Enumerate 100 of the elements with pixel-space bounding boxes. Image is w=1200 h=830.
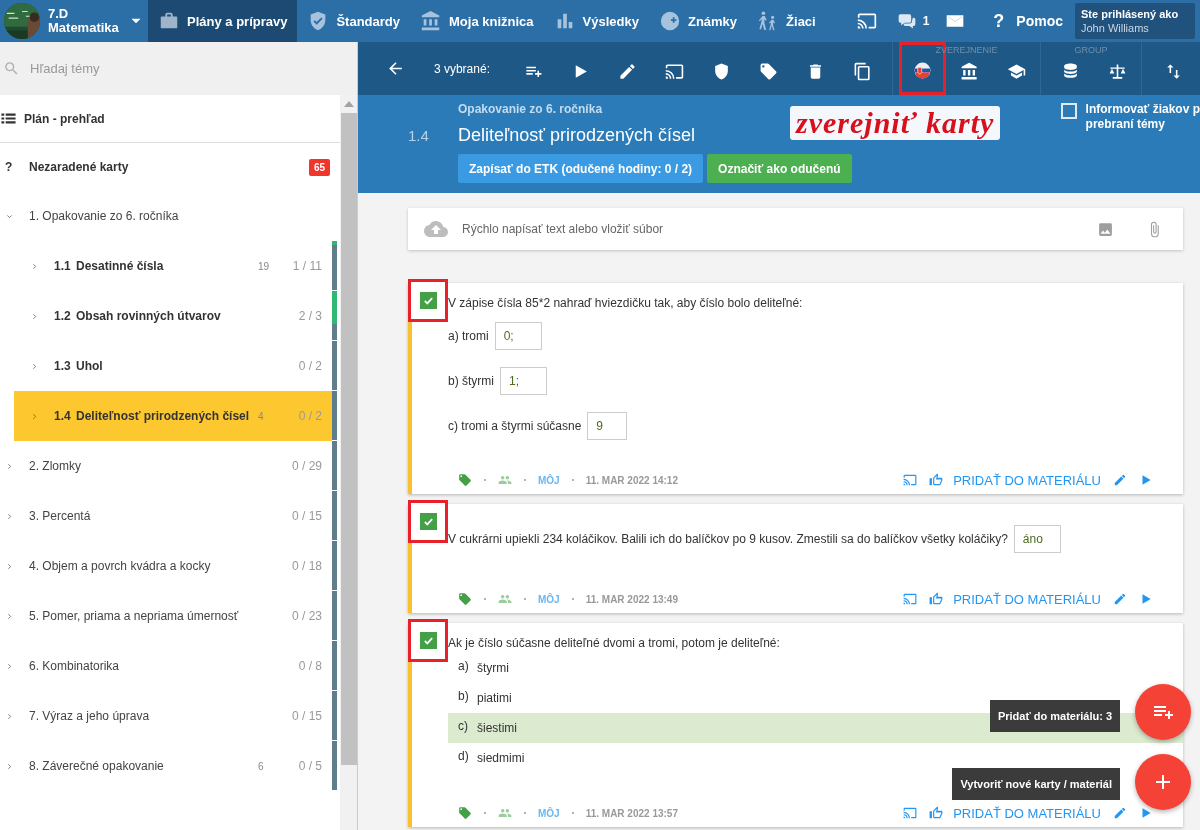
- search-input[interactable]: Hľadaj témy: [28, 60, 308, 77]
- item-label: a) tromi: [448, 328, 489, 343]
- graduation-cap-icon: [1007, 62, 1026, 81]
- tree-item[interactable]: 1.4 Deliteľnosť prirodzených čísel 4 0 / 2: [14, 391, 332, 441]
- progress-count: 0 / 2: [298, 409, 322, 423]
- checkbox[interactable]: [419, 513, 437, 530]
- nav-tab[interactable]: Známky: [648, 0, 748, 42]
- owner-label: MÔJ: [538, 474, 560, 486]
- nav-tab[interactable]: Plány a prípravy: [148, 0, 298, 42]
- item-number: 1.3: [54, 359, 72, 373]
- composer-field[interactable]: Rýchlo napísať text alebo vložiť súbor: [408, 208, 1183, 250]
- checkbox[interactable]: [419, 292, 437, 309]
- pencil-icon[interactable]: [1113, 473, 1127, 487]
- owner-label: MÔJ: [538, 593, 560, 605]
- count-badge: 65: [308, 158, 330, 176]
- nav-tab[interactable]: Žiaci: [747, 0, 826, 42]
- item-label: 4. Objem a povrch kvádra a kocky: [29, 559, 212, 573]
- pencil-icon[interactable]: [1113, 806, 1127, 820]
- people-icon: [498, 473, 512, 487]
- item-number: 1.1: [54, 259, 72, 273]
- item-label: 1. Opakovanie zo 6. ročníka: [29, 209, 180, 223]
- tree-item[interactable]: 7. Výraz a jeho úprava 0 / 15: [0, 691, 332, 741]
- tree-item[interactable]: 3. Percentá 0 / 15: [0, 491, 332, 541]
- progress-count: 0 / 2: [298, 359, 322, 373]
- question-text: V zápise čísla 85*2 nahraď hviezdičku tak, aby číslo bolo deliteľné:: [448, 295, 804, 312]
- tree-item[interactable]: ? Nezaradené karty 65: [0, 143, 340, 191]
- subject-name: Matematika: [48, 21, 119, 35]
- tree-item[interactable]: 6. Kombinatorika 0 / 8: [0, 641, 332, 691]
- thumb-up-icon[interactable]: [929, 806, 944, 820]
- nav-tab[interactable]: Výsledky: [543, 0, 649, 42]
- tree-item[interactable]: Plán - prehľad: [0, 95, 340, 142]
- question-glyph: ?: [5, 160, 14, 174]
- tree-item[interactable]: 4. Objem a povrch kvádra a kocky 0 / 18: [0, 541, 332, 591]
- copy-icon: [853, 62, 872, 81]
- thumb-up-icon[interactable]: [929, 592, 944, 606]
- tree-item[interactable]: 1.2 Obsah rovinných útvarov 2 / 3: [14, 291, 332, 341]
- chevron-right-icon: [30, 261, 39, 271]
- tree-item[interactable]: 1.3 Uhol 0 / 2: [14, 341, 332, 391]
- card-count: 6: [258, 760, 264, 772]
- thumb-up-icon[interactable]: [929, 473, 944, 487]
- answer-box[interactable]: 0;: [494, 321, 542, 350]
- item-label: Deliteľnosť prirodzených čísel: [76, 409, 251, 423]
- chevron-right-icon: [30, 361, 39, 371]
- database-icon: [1061, 62, 1080, 81]
- grade-icon: [658, 10, 681, 32]
- nav-tab[interactable]: Moja knižnica: [410, 0, 544, 42]
- checkbox[interactable]: [419, 632, 437, 649]
- item-label: c) tromi a štyrmi súčasne: [448, 418, 582, 433]
- date-label: 11. MAR 2022 13:49: [585, 593, 678, 605]
- image-icon[interactable]: [1097, 220, 1114, 238]
- answer-box[interactable]: 1;: [500, 366, 547, 395]
- item-label: Nezaradené karty: [29, 160, 129, 174]
- scroll-up-icon[interactable]: [344, 101, 354, 107]
- progress-count: 0 / 15: [291, 509, 322, 523]
- tree-item[interactable]: 8. Záverečné opakovanie 6 0 / 5: [0, 741, 332, 791]
- flag-icon: [913, 60, 932, 80]
- tree-item[interactable]: 1. Opakovanie zo 6. ročníka: [0, 191, 332, 241]
- tree-item[interactable]: 5. Pomer, priama a nepriama úmernosť 0 / 23: [0, 591, 332, 641]
- question-text: Ak je číslo súčasne deliteľné dvomi a tromi, potom je deliteľné:: [448, 635, 781, 652]
- bank-icon: [960, 62, 979, 81]
- scrollbar-thumb[interactable]: [341, 113, 357, 765]
- search-icon: [3, 60, 20, 77]
- user-name: John Williams: [1081, 21, 1150, 35]
- checkbox-label: Informovať žiakov p prebraní témy: [1085, 102, 1200, 132]
- cast-icon[interactable]: [856, 11, 877, 31]
- help-button[interactable]: ? Pomoc: [993, 10, 1063, 32]
- item-label: 5. Pomer, priama a nepriama úmernosť: [29, 609, 240, 623]
- search-field[interactable]: Hľadaj témy: [0, 42, 357, 95]
- people-icon: [498, 592, 512, 606]
- tag-icon: [759, 62, 778, 81]
- pencil-icon[interactable]: [1113, 592, 1127, 606]
- selection-count: 3 vybrané:: [433, 61, 490, 76]
- tree-item[interactable]: 2. Zlomky 0 / 29: [0, 441, 332, 491]
- cast-icon[interactable]: [903, 592, 918, 606]
- nav-tab[interactable]: Štandardy: [297, 0, 411, 42]
- progress-count: 1 / 11: [292, 259, 322, 273]
- chat-button[interactable]: 1: [886, 11, 930, 31]
- answer-box[interactable]: áno: [1013, 525, 1061, 553]
- cast-icon[interactable]: [903, 806, 918, 820]
- check-icon: [421, 634, 435, 647]
- cast-icon[interactable]: [903, 473, 918, 487]
- tree-item[interactable]: 1.1 Desatinné čísla 19 1 / 11: [14, 241, 332, 291]
- tooltip: Pridať do materiálu: 3: [989, 700, 1120, 732]
- question-text: V cukrárni upiekli 234 koláčikov. Balili ich do balíčkov po 9 kusov. Zmestili sa do balíčkov všetky koláčiky?: [448, 532, 1008, 546]
- progress-count: 0 / 23: [291, 609, 322, 623]
- class-name: 7.D: [48, 7, 70, 21]
- date-label: 11. MAR 2022 14:12: [585, 474, 678, 486]
- item-label: 2. Zlomky: [29, 459, 82, 473]
- text-input-field[interactable]: Rýchlo napísať text alebo vložiť súbor: [460, 221, 1065, 237]
- item-label: Desatinné čísla: [76, 259, 165, 273]
- card-count: 19: [258, 260, 270, 272]
- item-number: 1.2: [54, 309, 72, 323]
- tag-icon: [458, 473, 472, 487]
- item-label: b) štyrmi: [448, 373, 494, 388]
- answer-option[interactable]: a) štyrmi: [448, 653, 1183, 683]
- progress-count: 0 / 18: [291, 559, 322, 573]
- chat-icon: [896, 11, 917, 31]
- scrollbar[interactable]: [340, 95, 357, 830]
- progress-count: 0 / 5: [298, 759, 322, 773]
- answer-box[interactable]: 9: [587, 411, 628, 440]
